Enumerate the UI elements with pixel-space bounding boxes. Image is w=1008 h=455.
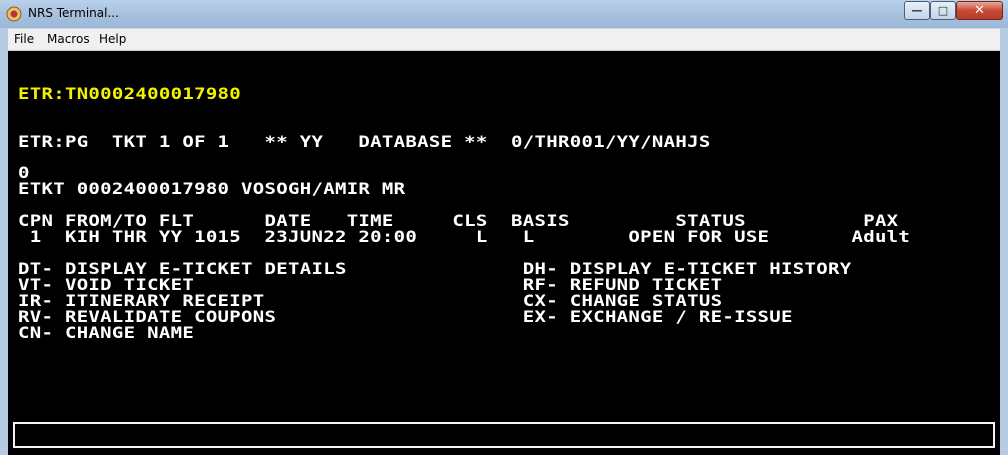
maximize-button[interactable]: □ — [930, 1, 956, 20]
menu-bar: File Macros Help — [8, 29, 1000, 51]
ticket-info-line: ETR:PG TKT 1 OF 1 ** YY DATABASE ** 0/TH… — [18, 132, 711, 152]
minimize-button[interactable]: — — [904, 1, 930, 20]
command-bar — [8, 417, 1000, 455]
command-option: IR- ITINERARY RECEIPT CX- CHANGE STATUS — [18, 291, 723, 311]
command-input[interactable] — [13, 422, 995, 448]
terminal-screen[interactable]: ETR:TN0002400017980 ETR:PG TKT 1 OF 1 **… — [8, 51, 1000, 417]
command-option: VT- VOID TICKET RF- REFUND TICKET — [18, 275, 723, 295]
window-title: NRS Terminal... — [28, 6, 119, 20]
window-frame-right — [1000, 28, 1008, 455]
menu-macros[interactable]: Macros — [47, 32, 90, 46]
etkt-passenger-line: ETKT 0002400017980 VOSOGH/AMIR MR — [18, 179, 406, 199]
command-option: RV- REVALIDATE COUPONS EX- EXCHANGE / RE… — [18, 307, 793, 327]
etr-header: ETR:TN0002400017980 — [18, 84, 242, 104]
command-option: DT- DISPLAY E-TICKET DETAILS DH- DISPLAY… — [18, 259, 852, 279]
command-option: CN- CHANGE NAME — [18, 323, 195, 343]
coupon-count-line: 0 — [18, 163, 30, 183]
coupon-row: 1 KIH THR YY 1015 23JUN22 20:00 L L OPEN… — [18, 227, 911, 247]
coupon-table-header: CPN FROM/TO FLT DATE TIME CLS BASIS STAT… — [18, 211, 899, 231]
close-button[interactable]: ✕ — [956, 1, 1003, 20]
menu-file[interactable]: File — [14, 32, 34, 46]
terminal-window: NRS Terminal... — □ ✕ File Macros Help E… — [0, 0, 1008, 455]
title-bar[interactable]: NRS Terminal... — □ ✕ — [0, 0, 1008, 28]
app-icon — [6, 6, 22, 22]
window-frame-left — [0, 28, 8, 455]
menu-help[interactable]: Help — [99, 32, 126, 46]
